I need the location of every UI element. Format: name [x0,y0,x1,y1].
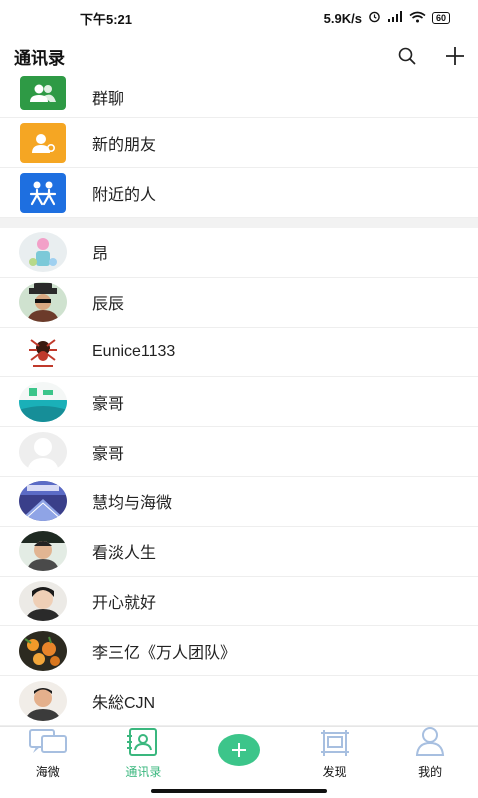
add-icon[interactable] [444,45,466,67]
chat-icon [28,728,68,761]
status-time: 下午5:21 [80,11,133,27]
contact-row[interactable]: 豪哥 [0,377,478,428]
avatar [19,431,67,472]
header-actions [396,45,466,67]
battery-level: 60 [435,13,446,23]
function-label: 附近的人 [92,186,157,204]
search-icon[interactable] [396,45,418,67]
contact-row[interactable]: 看淡人生 [0,527,478,577]
avatar [19,381,67,422]
avatar [19,630,67,671]
contact-name: 辰辰 [92,296,125,314]
function-group-chat[interactable]: 群聊 [0,76,478,118]
function-nearby-people[interactable]: 附近的人 [0,168,478,218]
avatar [19,680,67,721]
group-icon [20,76,66,110]
app-header: 通讯录 [0,36,478,76]
contact-row[interactable]: 李三亿《万人团队》 [0,626,478,677]
contact-name: 豪哥 [92,395,125,413]
contacts-icon [126,728,160,761]
tab-label: 我的 [418,765,443,779]
contact-name: Eunice1133 [92,342,176,360]
avatar [19,481,67,522]
discover-icon [318,728,352,761]
tab-add[interactable] [191,727,287,784]
contact-row[interactable]: 朱総CJN [0,676,478,726]
contact-name: 看淡人生 [92,545,157,563]
contact-row[interactable]: 慧均与海微 [0,477,478,527]
avatar [19,232,67,273]
contact-name: 昂 [92,246,109,264]
tab-label: 海微 [35,765,60,779]
contact-name: 朱総CJN [92,694,156,712]
avatar [19,580,67,621]
bottom-tab-bar: 海微 通讯录 发现 我的 [0,726,478,784]
home-indicator[interactable] [151,789,327,793]
contact-row[interactable]: Eunice1133 [0,328,478,378]
new-friend-icon [20,122,66,163]
status-indicators: 5.9K/s 60 [324,10,450,26]
avatar [19,331,67,372]
contact-name: 开心就好 [92,594,157,612]
tab-label: 通讯录 [125,765,162,779]
tab-profile[interactable]: 我的 [382,727,478,784]
avatar [19,282,67,323]
nearby-people-icon [20,172,66,213]
wifi-icon [409,11,426,26]
contact-row[interactable]: 豪哥 [0,427,478,477]
tab-contacts[interactable]: 通讯录 [96,727,192,784]
tab-discover[interactable]: 发现 [287,727,383,784]
plus-icon [217,734,260,766]
contact-row[interactable]: 昂 [0,228,478,278]
tab-label: 发现 [322,765,347,779]
section-divider [0,218,478,228]
status-bar: 下午5:21 5.9K/s 60 [0,0,478,36]
page-title: 通讯录 [14,48,65,68]
function-label: 新的朋友 [92,136,157,154]
avatar [19,531,67,572]
battery-icon: 60 [431,12,450,24]
network-speed: 5.9K/s [323,10,362,26]
contact-name: 豪哥 [92,445,125,463]
function-new-friends[interactable]: 新的朋友 [0,118,478,168]
signal-icon [387,10,403,26]
tab-haiwei[interactable]: 海微 [0,727,96,784]
contact-name: 慧均与海微 [92,495,173,513]
contact-row[interactable]: 辰辰 [0,278,478,328]
alarm-icon [368,10,381,26]
contact-row[interactable]: 开心就好 [0,577,478,627]
function-label: 群聊 [92,90,125,108]
contact-name: 李三亿《万人团队》 [92,644,237,662]
contacts-list[interactable]: 群聊 新的朋友 附近的人 昂 辰辰 Eunice1133 豪哥 豪哥 慧均与海微… [0,76,478,726]
profile-icon [413,726,447,761]
